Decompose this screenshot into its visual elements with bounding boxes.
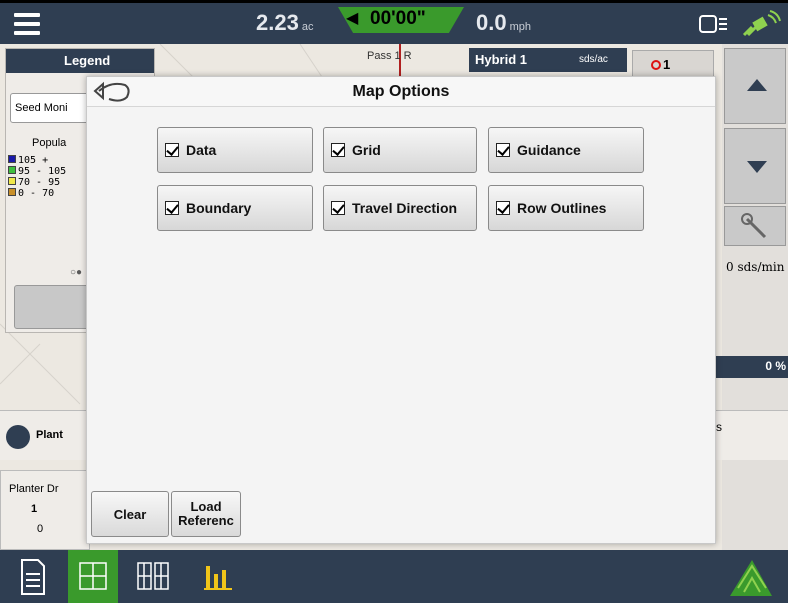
planter-drive-row: 1 [31,503,38,515]
field-operation-icon[interactable] [728,556,774,598]
page-dots-icon: ○● [70,267,83,278]
refresh-icon[interactable] [6,425,30,449]
population-label: Popula [32,137,67,149]
option-label: Row Outlines [517,200,607,216]
area-value: 2.23 [256,10,299,35]
option-guidance[interactable]: Guidance [488,127,644,173]
arrow-up-icon [747,79,767,91]
clear-label: Clear [113,507,147,522]
option-label: Travel Direction [352,200,458,216]
timer-readout: 00'00" [370,8,426,29]
planter-label: Plant [36,429,63,441]
checkbox-checked-icon [165,143,179,157]
checkbox-checked-icon [331,143,345,157]
map-options-dialog: Map Options Data Grid Guidance Boundary … [86,76,716,544]
option-grid[interactable]: Grid [323,127,477,173]
load-reference-button[interactable]: Load Referenc [171,491,241,537]
legend-item: 0 - 70 [8,188,66,199]
legend-item: 70 - 95 [8,177,66,188]
nav-summary[interactable] [194,550,244,603]
legend-item: 105 + [8,155,66,166]
dialog-header: Map Options [87,77,715,107]
legend-item-label: 70 - 95 [18,177,61,188]
arrow-left-icon: ◀ [346,10,359,27]
option-boundary[interactable]: Boundary [157,185,313,231]
scroll-down-button[interactable] [724,128,786,204]
menu-icon[interactable] [8,7,48,43]
speed-readout: 0.0 mph [476,10,531,36]
device-status-icon[interactable] [699,14,729,36]
area-unit: ac [301,21,314,33]
scroll-up-button[interactable] [724,48,786,124]
hybrid-unit: sds/ac [579,54,608,65]
bottom-nav-bar [0,550,788,603]
area-readout: 2.23 ac [256,10,313,36]
bar-chart-icon [204,566,232,590]
dialog-title: Map Options [352,83,450,100]
clear-button[interactable]: Clear [91,491,169,537]
arrow-down-icon [747,161,767,173]
nav-map-split[interactable] [128,550,178,603]
legend-title: Legend [6,49,154,73]
hybrid-label: Hybrid 1 [475,52,528,67]
legend-item-label: 0 - 70 [18,188,55,199]
document-icon [21,559,45,595]
option-label: Grid [352,142,381,158]
option-label: Data [186,142,217,158]
load-reference-label-line1: Load [190,499,222,514]
gps-satellite-icon[interactable] [740,9,782,39]
target-count: 1 [663,57,671,72]
planter-drive-value: 0 [37,523,44,535]
hybrid-header: Hybrid 1 sds/ac [469,48,627,72]
top-status-bar: 2.23 ac ◀ 00'00" 0.0 mph [0,0,788,44]
legend-swatch [8,155,16,163]
pass-label: Pass 1 R [367,50,412,62]
checkbox-checked-icon [496,201,510,215]
option-data[interactable]: Data [157,127,313,173]
load-reference-label-line2: Referenc [178,513,234,528]
wrench-icon [741,213,767,239]
split-map-icon [137,562,169,590]
wrench-button[interactable] [724,206,786,246]
checkbox-checked-icon [331,201,345,215]
legend-item-label: 105 + [18,155,49,166]
checkbox-checked-icon [165,201,179,215]
speed-value: 0.0 [476,10,507,35]
nav-map-single[interactable] [68,550,118,603]
checkbox-checked-icon [496,143,510,157]
legend-item: 95 - 105 [8,166,66,177]
side-s-label: s [716,420,722,434]
planter-drive-label: Planter Dr [9,483,59,495]
option-label: Boundary [186,200,252,216]
target-icon [651,60,661,70]
nav-document[interactable] [8,550,58,603]
speed-unit: mph [509,21,531,33]
single-map-icon [79,562,107,590]
legend-swatch [8,188,16,196]
legend-swatch [8,166,16,174]
legend-swatch [8,177,16,185]
rate-readout: 0 sds/min [726,260,785,274]
legend-item-label: 95 - 105 [18,166,67,177]
option-label: Guidance [517,142,581,158]
legend-list: 105 + 95 - 105 70 - 95 0 - 70 [8,155,66,199]
planter-drive-panel: Planter Dr 1 0 [0,470,90,550]
option-travel-direction[interactable]: Travel Direction [323,185,477,231]
option-row-outlines[interactable]: Row Outlines [488,185,644,231]
